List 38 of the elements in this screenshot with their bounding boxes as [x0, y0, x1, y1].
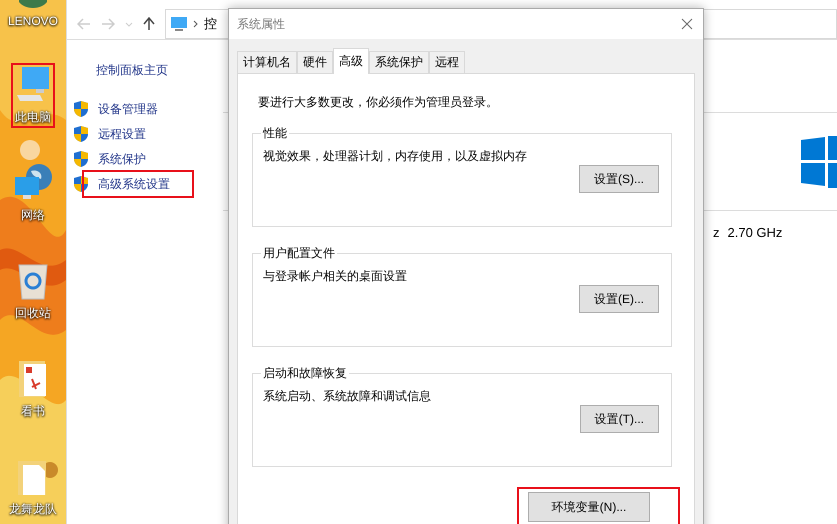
settings-button[interactable]: 设置(S)...	[579, 165, 659, 193]
close-button[interactable]	[679, 16, 695, 32]
shield-icon	[73, 174, 89, 192]
settings-button[interactable]: 设置(E)...	[579, 285, 659, 313]
settings-button[interactable]: 设置(T)...	[580, 405, 659, 433]
notice-text: 要进行大多数更改，你必须作为管理员登录。	[258, 94, 499, 111]
nav-title[interactable]: 控制面板主页	[96, 62, 223, 79]
processor-speed: 2.70 GHz	[728, 225, 782, 240]
nav-link[interactable]: 系统保护	[82, 144, 170, 172]
shield-icon	[73, 150, 89, 168]
environment-variables-button[interactable]: 环境变量(N)...	[528, 492, 650, 522]
nav-link[interactable]: 设备管理器	[82, 94, 182, 122]
windows-logo-icon	[801, 136, 837, 188]
tab[interactable]: 硬件	[297, 51, 333, 73]
chevron-icon	[193, 20, 199, 28]
document-icon[interactable]	[18, 359, 48, 399]
up-icon[interactable]	[143, 17, 155, 31]
group-title: 性能	[262, 125, 288, 142]
shield-icon	[73, 124, 89, 142]
tab[interactable]: 高级	[333, 48, 369, 74]
back-icon[interactable]	[77, 18, 91, 30]
group-description: 视觉效果，处理器计划，内存使用，以及虚拟内存	[263, 148, 528, 165]
dropdown-icon[interactable]	[125, 22, 133, 26]
group-description: 与登录帐户相关的桌面设置	[263, 268, 408, 285]
group-title: 启动和故障恢复	[262, 365, 348, 382]
forward-icon[interactable]	[101, 18, 115, 30]
processor-fragment: z	[713, 225, 720, 240]
group-description: 系统启动、系统故障和调试信息	[263, 388, 432, 405]
tab[interactable]: 远程	[429, 51, 465, 73]
monitor-icon	[170, 16, 188, 32]
nav-link[interactable]: 高级系统设置	[82, 170, 194, 198]
shield-icon	[73, 100, 89, 118]
tab[interactable]: 系统保护	[369, 51, 429, 73]
nav-link[interactable]: 远程设置	[82, 120, 170, 148]
group-title: 用户配置文件	[262, 245, 336, 262]
window-title: 系统属性	[237, 16, 285, 32]
tab[interactable]: 计算机名	[237, 51, 297, 73]
address-text: 控	[204, 15, 217, 33]
